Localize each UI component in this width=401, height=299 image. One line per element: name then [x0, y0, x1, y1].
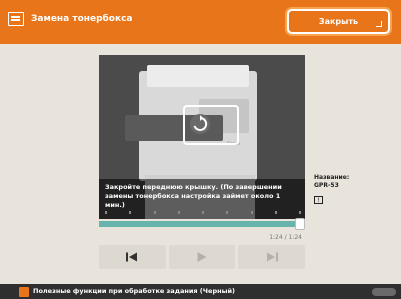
close-button[interactable]: Закрыть — [287, 9, 390, 34]
chapter-tick — [153, 211, 156, 214]
footer-text: Полезные функции при обработке задания (… — [33, 287, 235, 295]
replay-icon[interactable] — [189, 113, 211, 135]
skip-back-icon — [126, 252, 138, 262]
progress-bar[interactable] — [99, 218, 305, 230]
skip-forward-button[interactable] — [238, 245, 306, 269]
play-icon — [197, 252, 207, 262]
info-icon: ! — [314, 196, 323, 204]
document-icon — [8, 12, 24, 26]
footer-toggle[interactable] — [372, 288, 396, 296]
progress-fill — [99, 221, 305, 227]
progress-handle[interactable] — [295, 218, 305, 230]
toner-name-info: Название: GPR-53 — [314, 174, 349, 190]
chapter-tick — [105, 211, 107, 214]
play-button[interactable] — [168, 245, 236, 269]
skip-forward-icon — [266, 252, 278, 262]
toner-name-label: Название: — [314, 174, 350, 181]
chapter-tick — [226, 211, 229, 214]
skip-back-button[interactable] — [99, 245, 166, 269]
chapter-tick — [250, 211, 253, 214]
chapter-tick — [177, 211, 180, 214]
chapter-tick — [202, 211, 204, 214]
video-player[interactable]: Canon Закройте переднюю крышку. (По заве… — [99, 55, 305, 219]
toner-model: GPR-53 — [314, 182, 339, 189]
corner-arrow-icon — [376, 21, 382, 27]
close-button-label: Закрыть — [318, 17, 359, 26]
chapter-tick — [274, 211, 277, 214]
time-display: 1:24 / 1:24 — [269, 234, 302, 241]
chapter-tick — [299, 211, 301, 214]
page-title: Замена тонербокса — [31, 14, 133, 24]
chapter-tick — [129, 211, 132, 214]
printer-scanner — [147, 65, 249, 87]
chapter-ticks — [99, 211, 305, 215]
footer-bar[interactable]: Полезные функции при обработке задания (… — [0, 284, 401, 299]
header-bar: Замена тонербокса Закрыть — [0, 0, 401, 44]
playback-controls — [99, 245, 306, 269]
function-icon — [19, 287, 29, 297]
